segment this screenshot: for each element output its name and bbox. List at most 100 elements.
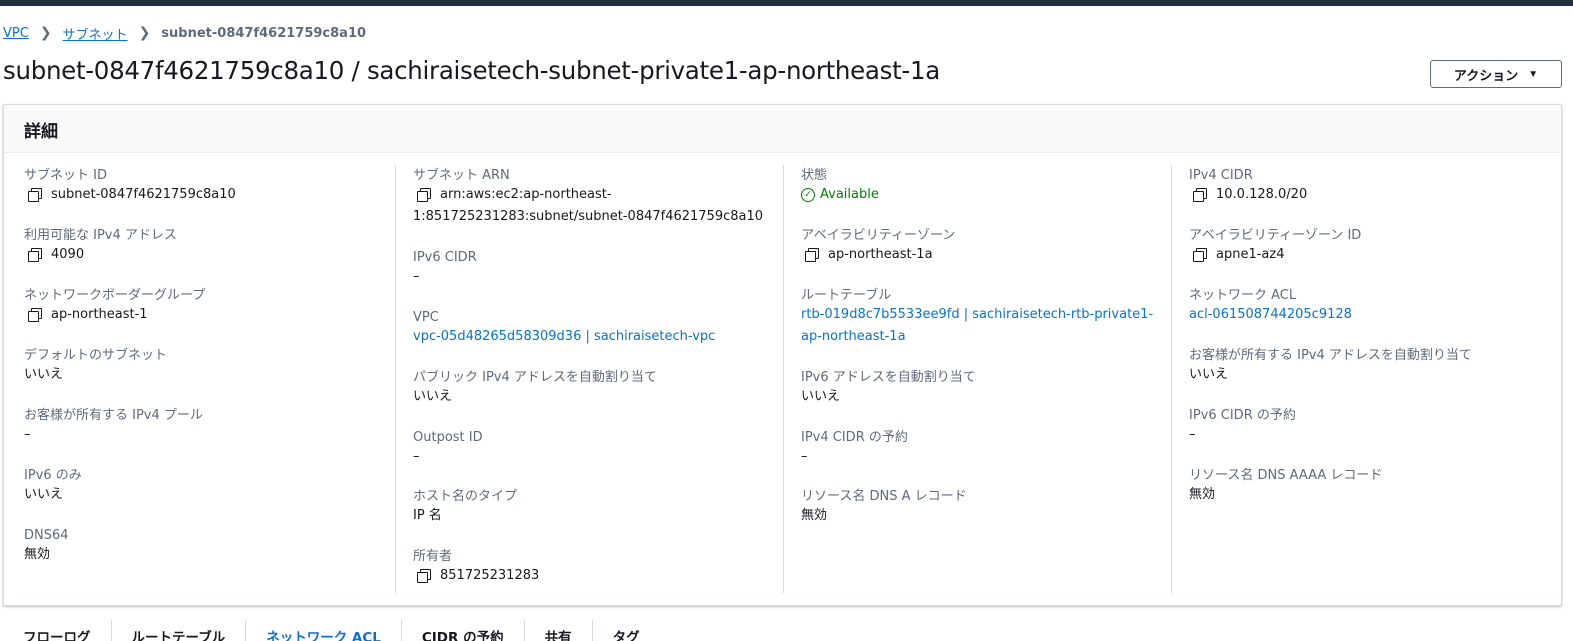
field-auto-assign-public-ipv4: パブリック IPv4 アドレスを自動割り当て いいえ [413,369,657,408]
az-id-value: apne1-az4 [1216,247,1285,262]
auto-assign-public-ipv4-value: いいえ [413,389,453,404]
tab-tags[interactable]: タグ [593,620,660,641]
route-table-link-line1[interactable]: rtb-019d8c7b5533ee9fd | sachiraisetech-r… [801,304,1153,326]
tab-sharing[interactable]: 共有 [525,620,593,641]
details-column-3: 状態 ✓ Available アベイラビリティーゾーン ap-northeast-… [783,165,1171,593]
field-label: 利用可能な IPv4 アドレス [24,228,177,243]
copy-icon[interactable] [28,188,42,202]
field-network-acl: ネットワーク ACL acl-061508744205c9128 [1189,287,1352,326]
field-ipv4-cidr: IPv4 CIDR 10.0.128.0/20 [1189,167,1307,206]
default-subnet-value: いいえ [24,367,64,382]
breadcrumb-current: subnet-0847f4621759c8a10 [161,25,367,41]
ipv6-only-value: いいえ [24,487,64,502]
copy-icon[interactable] [28,248,42,262]
field-ipv6-cidr: IPv6 CIDR – [413,249,477,288]
copy-icon[interactable] [417,188,431,202]
hostname-type-value: IP 名 [413,508,442,523]
field-label: パブリック IPv4 アドレスを自動割り当て [413,370,657,385]
actions-label: アクション [1453,67,1519,83]
page-title: subnet-0847f4621759c8a10 / sachiraisetec… [3,56,940,85]
copy-icon[interactable] [805,248,819,262]
field-label: ネットワーク ACL [1189,288,1297,303]
network-acl-link[interactable]: acl-061508744205c9128 [1189,304,1352,326]
vpc-link[interactable]: vpc-05d48265d58309d36 | sachiraisetech-v… [413,326,715,348]
field-label: リソース名 DNS A レコード [801,489,967,504]
border-group-value: ap-northeast-1 [51,307,148,322]
actions-dropdown-button[interactable]: アクション ▼ [1430,60,1562,88]
copy-icon[interactable] [1193,188,1207,202]
field-customer-auto-ipv4: お客様が所有する IPv4 アドレスを自動割り当て いいえ [1189,347,1472,386]
field-label: お客様が所有する IPv4 アドレスを自動割り当て [1189,348,1472,363]
copy-icon[interactable] [1193,248,1207,262]
dns-aaaa-record-value: 無効 [1189,487,1216,502]
field-ipv6-only: IPv6 のみ いいえ [24,467,82,506]
chevron-right-icon: ❯ [39,25,52,41]
chevron-right-icon: ❯ [138,25,151,41]
owner-value: 851725231283 [440,568,540,583]
field-label: ホスト名のタイプ [413,489,518,504]
field-label: サブネット ARN [413,168,510,183]
field-default-subnet: デフォルトのサブネット いいえ [24,347,167,386]
field-border-group: ネットワークボーダーグループ ap-northeast-1 [24,287,205,326]
details-column-1: サブネット ID subnet-0847f4621759c8a10 利用可能な … [24,165,394,593]
tab-route-table[interactable]: ルートテーブル [112,620,247,641]
status-badge: ✓ Available [801,184,879,206]
field-label: リソース名 DNS AAAA レコード [1189,468,1383,483]
az-value: ap-northeast-1a [828,247,933,262]
field-label: アベイラビリティーゾーン [801,228,956,243]
field-label: Outpost ID [413,430,483,445]
field-label: 所有者 [413,549,453,564]
details-title: 詳細 [24,122,58,142]
field-label: お客様が所有する IPv4 プール [24,408,203,423]
state-value: Available [820,187,879,202]
field-label: デフォルトのサブネット [24,348,168,363]
field-customer-ipv4-pool: お客様が所有する IPv4 プール – [24,407,203,446]
copy-icon[interactable] [417,569,431,583]
breadcrumb-subnets-link[interactable]: サブネット [63,24,128,43]
tab-network-acl[interactable]: ネットワーク ACL [246,620,402,641]
ipv6-cidr-reservation-value: – [1189,427,1196,442]
field-label: IPv6 CIDR の予約 [1189,408,1296,423]
auto-assign-ipv6-value: いいえ [801,389,841,404]
dns-a-record-value: 無効 [801,508,828,523]
field-hostname-type: ホスト名のタイプ IP 名 [413,488,517,527]
field-label: IPv6 アドレスを自動割り当て [801,370,976,385]
details-column-2: サブネット ARN arn:aws:ec2:ap-northeast- 1:85… [395,165,783,593]
field-label: VPC [413,310,439,325]
field-az-id: アベイラビリティーゾーン ID apne1-az4 [1189,227,1361,266]
subnet-arn-value-line1: arn:aws:ec2:ap-northeast- [440,187,612,202]
field-ipv6-cidr-reservation: IPv6 CIDR の予約 – [1189,407,1296,446]
customer-auto-ipv4-value: いいえ [1189,367,1229,382]
top-nav-bar [0,0,1573,6]
field-label: IPv4 CIDR の予約 [801,430,908,445]
field-subnet-id: サブネット ID subnet-0847f4621759c8a10 [24,167,236,206]
field-route-table: ルートテーブル rtb-019d8c7b5533ee9fd | sachirai… [801,287,1153,348]
caret-down-icon: ▼ [1528,68,1539,80]
details-panel-header: 詳細 [4,105,1561,153]
subnet-id-value: subnet-0847f4621759c8a10 [51,187,236,202]
customer-ipv4-pool-value: – [24,427,31,442]
tab-flow-logs[interactable]: フローログ [3,620,112,641]
tab-cidr-reservations[interactable]: CIDR の予約 [402,620,525,641]
field-label: IPv4 CIDR [1189,168,1253,183]
ipv6-cidr-value: – [413,269,420,284]
route-table-link-line2[interactable]: ap-northeast-1a [801,326,906,348]
breadcrumb: VPC ❯ サブネット ❯ subnet-0847f4621759c8a10 [3,22,366,44]
field-dns-a-record: リソース名 DNS A レコード 無効 [801,488,967,527]
available-ipv4-value: 4090 [51,247,85,262]
field-subnet-arn: サブネット ARN arn:aws:ec2:ap-northeast- 1:85… [413,167,763,228]
copy-icon[interactable] [28,308,42,322]
field-dns64: DNS64 無効 [24,527,69,566]
field-available-ipv4: 利用可能な IPv4 アドレス 4090 [24,227,177,266]
field-label: ネットワークボーダーグループ [24,288,206,303]
subnet-arn-value-line2: 1:851725231283:subnet/subnet-0847f462175… [413,209,764,224]
field-label: 状態 [801,168,828,183]
breadcrumb-vpc-link[interactable]: VPC [3,26,29,41]
field-vpc: VPC vpc-05d48265d58309d36 | sachiraisete… [413,309,715,348]
ipv4-cidr-reservation-value: – [801,449,808,464]
details-tabs: フローログ ルートテーブル ネットワーク ACL CIDR の予約 共有 タグ [3,620,1562,641]
field-label: アベイラビリティーゾーン ID [1189,228,1362,243]
check-circle-icon: ✓ [801,188,815,202]
ipv4-cidr-value: 10.0.128.0/20 [1216,187,1308,202]
dns64-value: 無効 [24,547,51,562]
